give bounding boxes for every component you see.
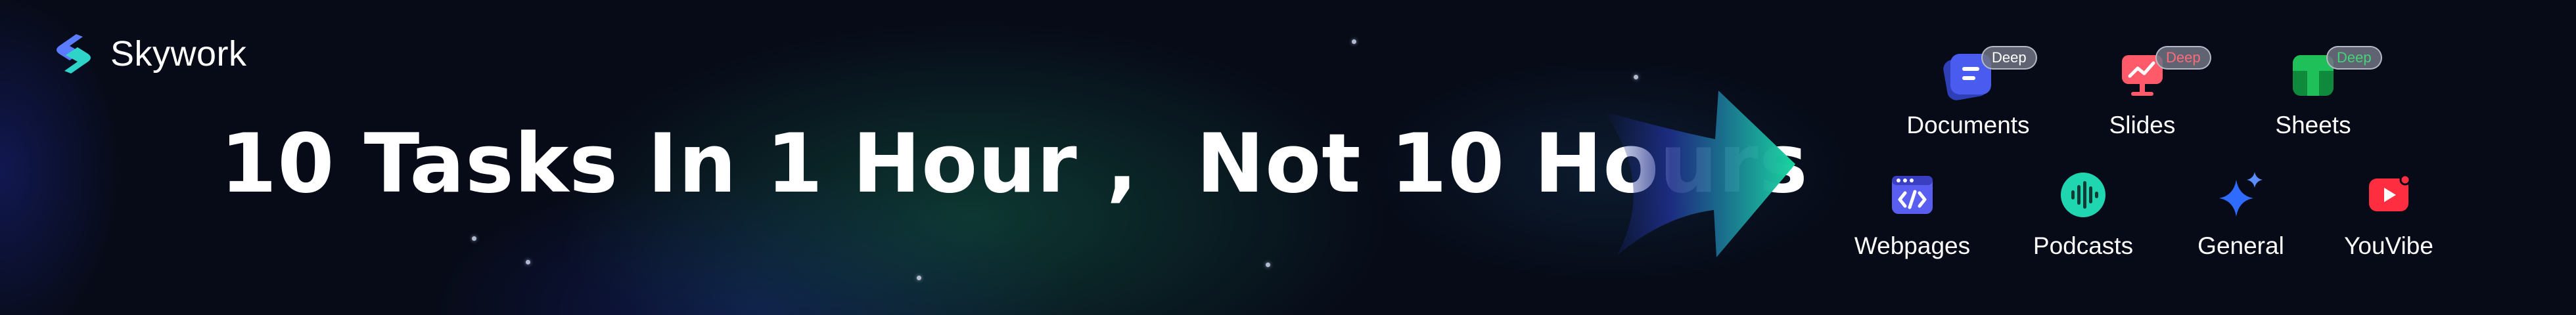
- youvibe-icon-wrap: [2356, 165, 2422, 224]
- headline: 10 Tasks In 1 Hour , Not 10 Hours: [220, 117, 1808, 211]
- webpages-icon: [1883, 165, 1942, 224]
- app-documents[interactable]: Deep Documents: [1883, 45, 2054, 139]
- brand-name: Skywork: [110, 34, 247, 74]
- app-label: Podcasts: [2033, 232, 2134, 259]
- app-label: Webpages: [1854, 232, 1971, 259]
- app-general[interactable]: General: [2155, 165, 2326, 260]
- app-youvibe[interactable]: YouVibe: [2303, 165, 2474, 260]
- star-decoration: [472, 236, 476, 241]
- star-decoration: [1352, 39, 1356, 44]
- app-label: Documents: [1906, 112, 2030, 138]
- skywork-banner[interactable]: Skywork 10 Tasks In 1 Hour , Not 10 Hour…: [0, 0, 2576, 315]
- app-label: Slides: [2109, 112, 2176, 138]
- sheets-icon-wrap: Deep: [2280, 45, 2382, 104]
- arrow-graphic: [1603, 85, 1801, 262]
- app-label: General: [2197, 232, 2284, 259]
- deep-badge: Deep: [2326, 46, 2382, 70]
- documents-icon-wrap: Deep: [1935, 45, 2037, 104]
- youvibe-play-icon: [2359, 165, 2418, 224]
- slides-icon-wrap: Deep: [2109, 45, 2211, 104]
- app-podcasts[interactable]: Podcasts: [1998, 165, 2169, 260]
- app-label: YouVibe: [2344, 232, 2433, 259]
- app-slides[interactable]: Deep Slides: [2057, 45, 2228, 139]
- deep-badge: Deep: [1981, 46, 2037, 70]
- webpages-icon-wrap: [1879, 165, 1945, 224]
- app-label: Sheets: [2275, 112, 2351, 138]
- skywork-logo-icon: [50, 30, 97, 77]
- podcasts-icon-wrap: [2050, 165, 2116, 224]
- star-decoration: [526, 260, 530, 264]
- brand[interactable]: Skywork: [50, 28, 247, 80]
- app-webpages[interactable]: Webpages: [1827, 165, 1998, 260]
- deep-badge: Deep: [2155, 46, 2211, 70]
- star-decoration: [1266, 262, 1270, 267]
- star-decoration: [917, 276, 921, 280]
- star-decoration: [1634, 75, 1638, 79]
- podcasts-icon: [2054, 165, 2113, 224]
- general-sparkle-icon: [2211, 165, 2270, 224]
- app-sheets[interactable]: Deep Sheets: [2228, 45, 2399, 139]
- general-icon-wrap: [2208, 165, 2274, 224]
